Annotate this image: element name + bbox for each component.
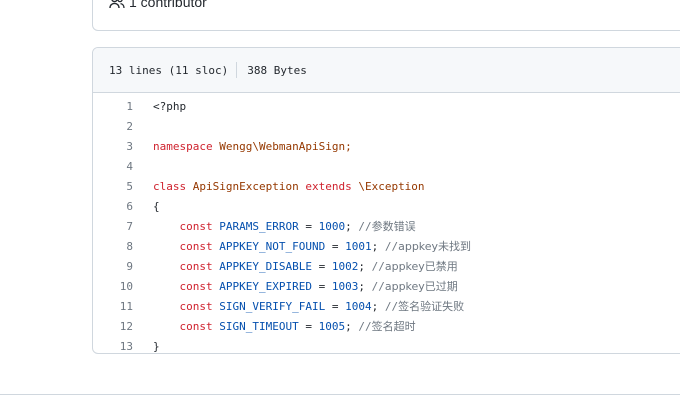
comment-text: 参数错误 (371, 220, 416, 233)
code-text: const PARAMS_ERROR = 1000; //参数错误 (153, 218, 416, 234)
keyword: const (179, 260, 213, 273)
code-line: 2 (93, 116, 680, 136)
semicolon: ; (371, 240, 385, 253)
code-line: 5 class ApiSignException extends \Except… (93, 176, 680, 196)
file-size: 388 Bytes (247, 63, 307, 77)
operator: = (311, 260, 332, 273)
code-text: } (153, 339, 160, 353)
comment-marker: // (384, 300, 399, 313)
code-line: 12 const SIGN_TIMEOUT = 1005; //签名超时 (93, 316, 680, 336)
keyword: namespace (153, 139, 213, 153)
code-text: <?php (153, 99, 187, 113)
line-number[interactable]: 7 (93, 220, 153, 233)
file-lines-info: 13 lines (11 sloc) (109, 63, 229, 77)
operator: = (298, 320, 319, 333)
operator: = (325, 300, 346, 313)
operator: = (325, 240, 346, 253)
line-number[interactable]: 8 (93, 240, 153, 253)
semicolon: ; (345, 220, 359, 233)
keyword: extends (305, 179, 352, 193)
comment-marker: // (384, 240, 399, 253)
constant-value: 1002 (331, 260, 359, 273)
constant-name: APPKEY_DISABLE (219, 260, 312, 273)
line-number[interactable]: 9 (93, 260, 153, 273)
code-line: 9 const APPKEY_DISABLE = 1002; //appkey已… (93, 256, 680, 276)
code-text: class ApiSignException extends \Exceptio… (153, 180, 425, 193)
file-info-header: 13 lines (11 sloc) 388 Bytes (93, 48, 680, 93)
class-name: ApiSignException (192, 179, 299, 193)
constant-value: 1005 (318, 320, 346, 333)
semicolon: ; (371, 300, 385, 313)
operator: = (311, 280, 332, 293)
header-divider (236, 62, 238, 78)
operator: = (298, 220, 319, 233)
line-number[interactable]: 3 (93, 140, 153, 153)
constant-name: SIGN_VERIFY_FAIL (219, 300, 326, 313)
file-viewer: 13 lines (11 sloc) 388 Bytes 1 <?php 2 3… (92, 47, 680, 354)
line-number[interactable]: 1 (93, 100, 153, 113)
constant-value: 1004 (345, 300, 372, 313)
base-class-name: \Exception (358, 179, 425, 193)
code-text: const APPKEY_DISABLE = 1002; //appkey已禁用 (153, 258, 458, 274)
comment-text: appkey已禁用 (384, 260, 458, 273)
code-text: const APPKEY_NOT_FOUND = 1001; //appkey未… (153, 238, 472, 254)
code-line: 10 const APPKEY_EXPIRED = 1003; //appkey… (93, 276, 680, 296)
keyword: const (179, 220, 213, 233)
constant-value: 1000 (318, 220, 346, 233)
comment-marker: // (371, 280, 385, 293)
semicolon: ; (358, 280, 372, 293)
comment-marker: // (358, 220, 372, 233)
keyword: const (179, 240, 213, 253)
line-number[interactable]: 6 (93, 200, 153, 213)
contributors-count: 1 contributor (129, 0, 207, 10)
keyword: const (179, 300, 213, 313)
comment-marker: // (358, 320, 372, 333)
constant-value: 1003 (331, 280, 359, 293)
contributors-box: 1 contributor (92, 0, 680, 31)
code-text: const APPKEY_EXPIRED = 1003; //appkey已过期 (153, 278, 458, 294)
line-number[interactable]: 12 (93, 320, 153, 333)
semicolon: ; (358, 260, 372, 273)
footer-divider (0, 394, 680, 395)
constant-name: PARAMS_ERROR (219, 220, 299, 233)
comment-text: 签名超时 (371, 320, 416, 333)
line-number[interactable]: 10 (93, 280, 153, 293)
code-line: 1 <?php (93, 96, 680, 116)
semicolon: ; (345, 320, 359, 333)
namespace-name: Wengg\WebmanApiSign; (219, 139, 352, 153)
code-text: const SIGN_TIMEOUT = 1005; //签名超时 (153, 318, 416, 334)
contributors-link[interactable]: 1 contributor (109, 0, 207, 12)
keyword: class (153, 179, 187, 193)
constant-name: APPKEY_NOT_FOUND (219, 240, 326, 253)
comment-text: 签名验证失败 (398, 300, 465, 313)
code-text: { (153, 199, 160, 213)
constant-name: APPKEY_EXPIRED (219, 280, 312, 293)
constant-name: SIGN_TIMEOUT (219, 320, 299, 333)
comment-marker: // (371, 260, 385, 273)
line-number[interactable]: 4 (93, 160, 153, 173)
line-number[interactable]: 2 (93, 120, 153, 133)
people-icon (109, 0, 125, 10)
line-number[interactable]: 13 (93, 340, 153, 353)
code-line: 8 const APPKEY_NOT_FOUND = 1001; //appke… (93, 236, 680, 256)
keyword: const (179, 280, 213, 293)
keyword: const (179, 320, 213, 333)
line-number[interactable]: 11 (93, 300, 153, 313)
code-line: 7 const PARAMS_ERROR = 1000; //参数错误 (93, 216, 680, 236)
comment-text: appkey未找到 (398, 240, 472, 253)
code-line: 11 const SIGN_VERIFY_FAIL = 1004; //签名验证… (93, 296, 680, 316)
constant-value: 1001 (345, 240, 372, 253)
line-number[interactable]: 5 (93, 180, 153, 193)
comment-text: appkey已过期 (384, 280, 458, 293)
code-line: 3 namespace Wengg\WebmanApiSign; (93, 136, 680, 156)
code-text: namespace Wengg\WebmanApiSign; (153, 140, 352, 153)
code-listing: 1 <?php 2 3 namespace Wengg\WebmanApiSig… (93, 93, 680, 353)
code-line: 4 (93, 156, 680, 176)
code-line: 6 { (93, 196, 680, 216)
code-line: 13 } (93, 336, 680, 353)
code-text: const SIGN_VERIFY_FAIL = 1004; //签名验证失败 (153, 298, 465, 314)
